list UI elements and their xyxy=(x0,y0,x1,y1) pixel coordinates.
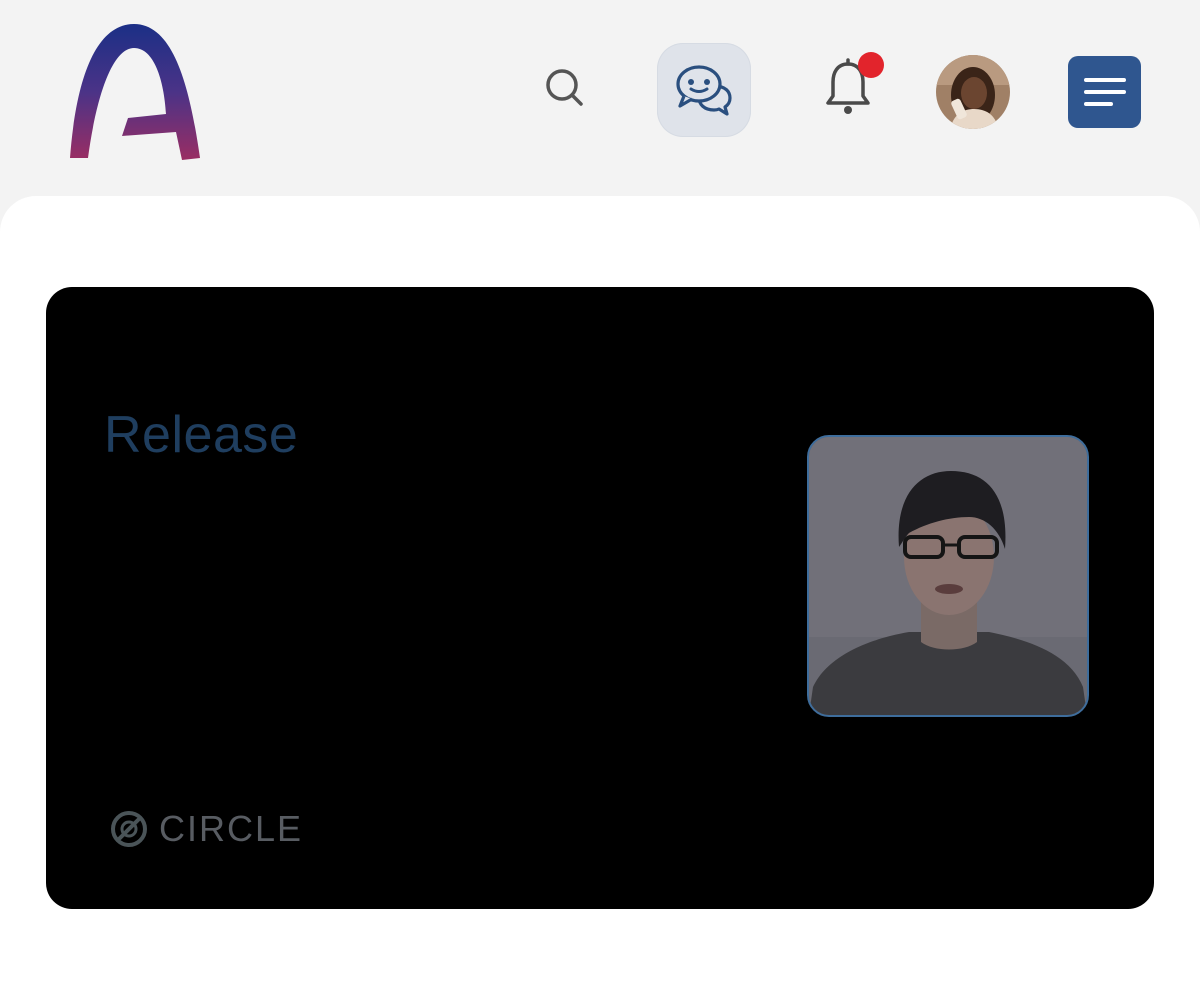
hamburger-menu-icon xyxy=(1083,78,1126,106)
top-bar xyxy=(0,0,1200,195)
app-logo-icon[interactable] xyxy=(62,18,207,166)
speaker-video-pip[interactable] xyxy=(807,435,1089,717)
chat-bubbles-icon xyxy=(676,65,732,116)
brand-watermark: CIRCLE xyxy=(109,808,303,850)
notification-badge xyxy=(858,52,884,78)
search-icon xyxy=(546,69,583,106)
brand-name: CIRCLE xyxy=(159,808,304,849)
slide-title: Release xyxy=(104,406,299,464)
menu-button[interactable] xyxy=(1068,56,1141,128)
user-avatar[interactable] xyxy=(936,55,1010,129)
app-root: Release CIRCLE xyxy=(0,0,1200,981)
circle-brand-icon xyxy=(111,811,147,847)
search-button[interactable] xyxy=(535,58,595,118)
video-player[interactable]: Release CIRCLE xyxy=(46,287,1154,909)
chat-button[interactable] xyxy=(657,43,751,137)
